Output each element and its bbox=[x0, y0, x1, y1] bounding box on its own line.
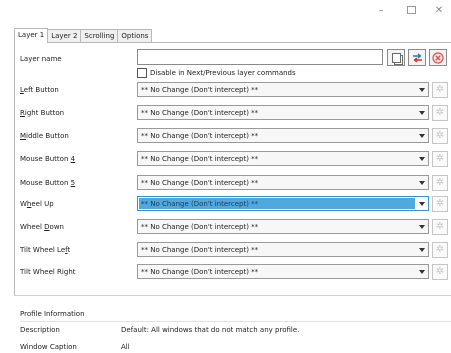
mouse-button-5-settings-button[interactable]: ✲ bbox=[432, 175, 448, 191]
description-label: Description bbox=[20, 326, 60, 334]
chevron-down-icon bbox=[416, 177, 427, 188]
wheel-down-label: Wheel Down bbox=[20, 223, 64, 231]
chevron-down-icon bbox=[416, 153, 427, 164]
wheel-up-label: Wheel Up bbox=[20, 200, 54, 208]
tilt-wheel-right-select[interactable]: ** No Change (Don't intercept) ** bbox=[137, 264, 429, 279]
copy-icon bbox=[391, 52, 401, 63]
mouse-button-4-value: ** No Change (Don't intercept) ** bbox=[141, 155, 259, 163]
maximize-button[interactable] bbox=[396, 1, 426, 19]
gear-icon: ✲ bbox=[435, 107, 445, 118]
mouse-button-5-label: Mouse Button 5 bbox=[20, 179, 76, 187]
tab-layer-1[interactable]: Layer 1 bbox=[14, 28, 49, 43]
tilt-wheel-right-label: Tilt Wheel Right bbox=[20, 268, 76, 276]
wheel-down-select[interactable]: ** No Change (Don't intercept) ** bbox=[137, 219, 429, 234]
chevron-down-icon bbox=[416, 84, 427, 95]
left-button-value: ** No Change (Don't intercept) ** bbox=[141, 86, 259, 94]
minimize-icon: – bbox=[378, 4, 384, 16]
right-button-label: Right Button bbox=[20, 109, 65, 117]
tab-layer-2[interactable]: Layer 2 bbox=[47, 29, 82, 43]
left-button-settings-button[interactable]: ✲ bbox=[432, 82, 448, 98]
gear-icon: ✲ bbox=[435, 266, 445, 277]
middle-button-settings-button[interactable]: ✲ bbox=[432, 128, 448, 144]
tab-strip: Layer 1 Layer 2 Scrolling Options bbox=[14, 28, 153, 43]
mouse-button-4-label: Mouse Button 4 bbox=[20, 155, 76, 163]
delete-icon bbox=[432, 51, 444, 64]
profile-information-heading: Profile Information bbox=[20, 310, 85, 318]
wheel-down-settings-button[interactable]: ✲ bbox=[432, 219, 448, 235]
middle-button-value: ** No Change (Don't intercept) ** bbox=[141, 132, 259, 140]
tab-panel bbox=[14, 42, 451, 295]
chevron-down-icon bbox=[416, 107, 427, 118]
delete-layer-button[interactable] bbox=[429, 49, 447, 66]
disable-next-prev-checkbox[interactable] bbox=[137, 68, 147, 78]
layer-name-label: Layer name bbox=[20, 55, 62, 63]
wheel-up-select[interactable]: ** No Change (Don't intercept) ** bbox=[137, 196, 429, 211]
chevron-down-icon bbox=[416, 244, 427, 255]
chevron-down-icon bbox=[416, 130, 427, 141]
tilt-wheel-right-settings-button[interactable]: ✲ bbox=[432, 264, 448, 280]
maximize-icon bbox=[406, 6, 416, 14]
disable-next-prev-label: Disable in Next/Previous layer commands bbox=[150, 69, 296, 77]
left-button-label: Left Button bbox=[20, 86, 59, 94]
tilt-wheel-left-label: Tilt Wheel Left bbox=[20, 246, 71, 254]
panel-bottom-border bbox=[14, 295, 451, 296]
divider bbox=[20, 321, 451, 322]
gear-icon: ✲ bbox=[435, 177, 445, 188]
title-bar: – ✕ bbox=[0, 0, 451, 22]
tilt-wheel-right-value: ** No Change (Don't intercept) ** bbox=[141, 268, 259, 276]
tilt-wheel-left-value: ** No Change (Don't intercept) ** bbox=[141, 246, 259, 254]
wheel-up-value: ** No Change (Don't intercept) ** bbox=[141, 200, 259, 208]
layer-name-input[interactable] bbox=[137, 49, 383, 65]
right-button-select[interactable]: ** No Change (Don't intercept) ** bbox=[137, 105, 429, 120]
mouse-button-5-value: ** No Change (Don't intercept) ** bbox=[141, 179, 259, 187]
gear-icon: ✲ bbox=[435, 84, 445, 95]
chevron-down-icon bbox=[416, 198, 427, 209]
middle-button-select[interactable]: ** No Change (Don't intercept) ** bbox=[137, 128, 429, 143]
chevron-down-icon bbox=[416, 266, 427, 277]
gear-icon: ✲ bbox=[435, 244, 445, 255]
tilt-wheel-left-select[interactable]: ** No Change (Don't intercept) ** bbox=[137, 242, 429, 257]
wheel-up-settings-button[interactable]: ✲ bbox=[432, 196, 448, 212]
tab-scrolling[interactable]: Scrolling bbox=[80, 29, 119, 43]
tab-options[interactable]: Options bbox=[117, 29, 153, 43]
minimize-button[interactable]: – bbox=[366, 1, 396, 19]
left-button-select[interactable]: ** No Change (Don't intercept) ** bbox=[137, 82, 429, 97]
close-icon: ✕ bbox=[434, 4, 444, 16]
chevron-down-icon bbox=[416, 221, 427, 232]
gear-icon: ✲ bbox=[435, 153, 445, 164]
right-button-value: ** No Change (Don't intercept) ** bbox=[141, 109, 259, 117]
tilt-wheel-left-settings-button[interactable]: ✲ bbox=[432, 242, 448, 258]
description-value: Default: All windows that do not match a… bbox=[121, 326, 300, 334]
middle-button-label: Middle Button bbox=[20, 132, 69, 140]
window-caption-label: Window Caption bbox=[20, 343, 77, 351]
copy-layer-button[interactable] bbox=[387, 49, 405, 66]
mouse-button-5-select[interactable]: ** No Change (Don't intercept) ** bbox=[137, 175, 429, 190]
gear-icon: ✲ bbox=[435, 221, 445, 232]
mouse-button-4-select[interactable]: ** No Change (Don't intercept) ** bbox=[137, 151, 429, 166]
swap-layer-button[interactable] bbox=[408, 49, 426, 66]
right-button-settings-button[interactable]: ✲ bbox=[432, 105, 448, 121]
wheel-down-value: ** No Change (Don't intercept) ** bbox=[141, 223, 259, 231]
mouse-button-4-settings-button[interactable]: ✲ bbox=[432, 151, 448, 167]
window-caption-value: All bbox=[121, 343, 130, 351]
swap-arrows-icon bbox=[412, 52, 422, 63]
gear-icon: ✲ bbox=[435, 130, 445, 141]
gear-icon: ✲ bbox=[435, 198, 445, 209]
close-button[interactable]: ✕ bbox=[424, 1, 451, 19]
